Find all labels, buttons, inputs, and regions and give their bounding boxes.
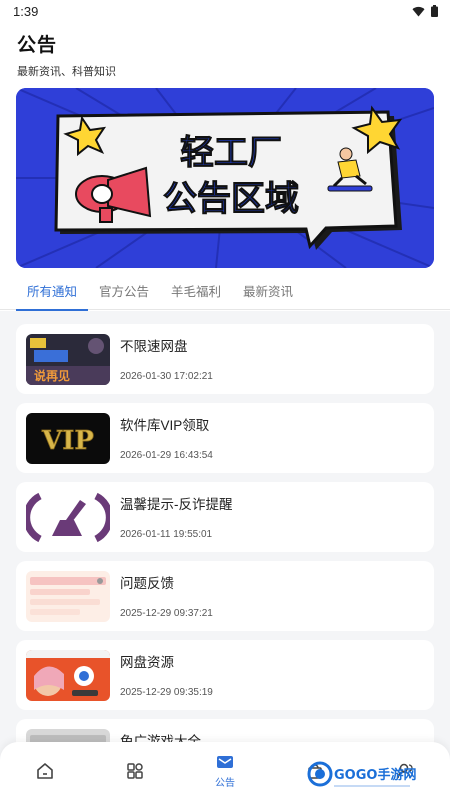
battery-icon <box>431 5 438 17</box>
tab-all[interactable]: 所有通知 <box>16 270 89 311</box>
post-title: 网盘资源 <box>120 655 174 670</box>
post-title: 温馨提示-反诈提醒 <box>120 497 233 512</box>
post-date: 2026-01-30 17:02:21 <box>120 371 213 382</box>
page-header: 公告 最新资讯、科普知识 <box>17 30 116 79</box>
thumb-text: VIP <box>41 426 94 456</box>
banner-line1: 轻工厂 <box>180 133 282 173</box>
post-date: 2025-12-29 09:35:19 <box>120 687 213 698</box>
list-item[interactable]: VIP 软件库VIP领取 2026-01-29 16:43:54 <box>16 403 434 473</box>
post-thumbnail <box>26 492 110 543</box>
grid-icon <box>127 763 143 779</box>
nav-home[interactable] <box>15 742 75 800</box>
status-bar: 1:39 <box>0 0 450 22</box>
tab-news[interactable]: 最新资讯 <box>232 270 304 310</box>
announcement-icon <box>217 756 233 768</box>
post-date: 2026-01-11 19:55:01 <box>120 529 213 540</box>
watermark-logo: GOGO手游网 <box>306 760 416 794</box>
tab-freebies[interactable]: 羊毛福利 <box>160 270 232 310</box>
post-title: 软件库VIP领取 <box>120 418 210 433</box>
post-date: 2026-01-29 16:43:54 <box>120 450 213 461</box>
status-icons <box>412 5 438 17</box>
banner-line2: 公告区域 <box>163 179 299 219</box>
list-item[interactable]: 问题反馈 2025-12-29 09:37:21 <box>16 561 434 631</box>
page-title: 公告 <box>17 35 58 56</box>
tab-official[interactable]: 官方公告 <box>88 270 160 310</box>
post-date: 2025-12-29 09:37:21 <box>120 608 213 619</box>
nav-announcement-label: 公告 <box>215 778 235 789</box>
status-time: 1:39 <box>13 3 39 19</box>
list-item[interactable]: 温馨提示-反诈提醒 2026-01-11 19:55:01 <box>16 482 434 552</box>
post-thumbnail: 说再见 <box>26 334 110 385</box>
watermark-text: GOGO手游网 <box>334 767 416 783</box>
home-icon <box>37 763 53 779</box>
page-subtitle: 最新资讯、科普知识 <box>17 66 116 78</box>
nav-announcement[interactable]: 公告 <box>195 742 255 800</box>
post-thumbnail: VIP <box>26 413 110 464</box>
thumb-text: 说再见 <box>34 368 70 383</box>
list-item[interactable]: 说再见 不限速网盘 2026-01-30 17:02:21 <box>16 324 434 394</box>
post-title: 问题反馈 <box>120 576 174 591</box>
list-item[interactable]: 网盘资源 2025-12-29 09:35:19 <box>16 640 434 710</box>
nav-apps[interactable] <box>105 742 165 800</box>
post-thumbnail <box>26 571 110 622</box>
category-tabs: 所有通知 官方公告 羊毛福利 最新资讯 <box>0 270 450 311</box>
wifi-icon <box>412 6 425 17</box>
announcement-banner[interactable]: 轻工厂 公告区域 <box>16 88 434 268</box>
post-title: 不限速网盘 <box>120 339 188 354</box>
post-thumbnail <box>26 650 110 701</box>
post-list[interactable]: 说再见 不限速网盘 2026-01-30 17:02:21 VIP 软件库VIP… <box>0 311 450 800</box>
